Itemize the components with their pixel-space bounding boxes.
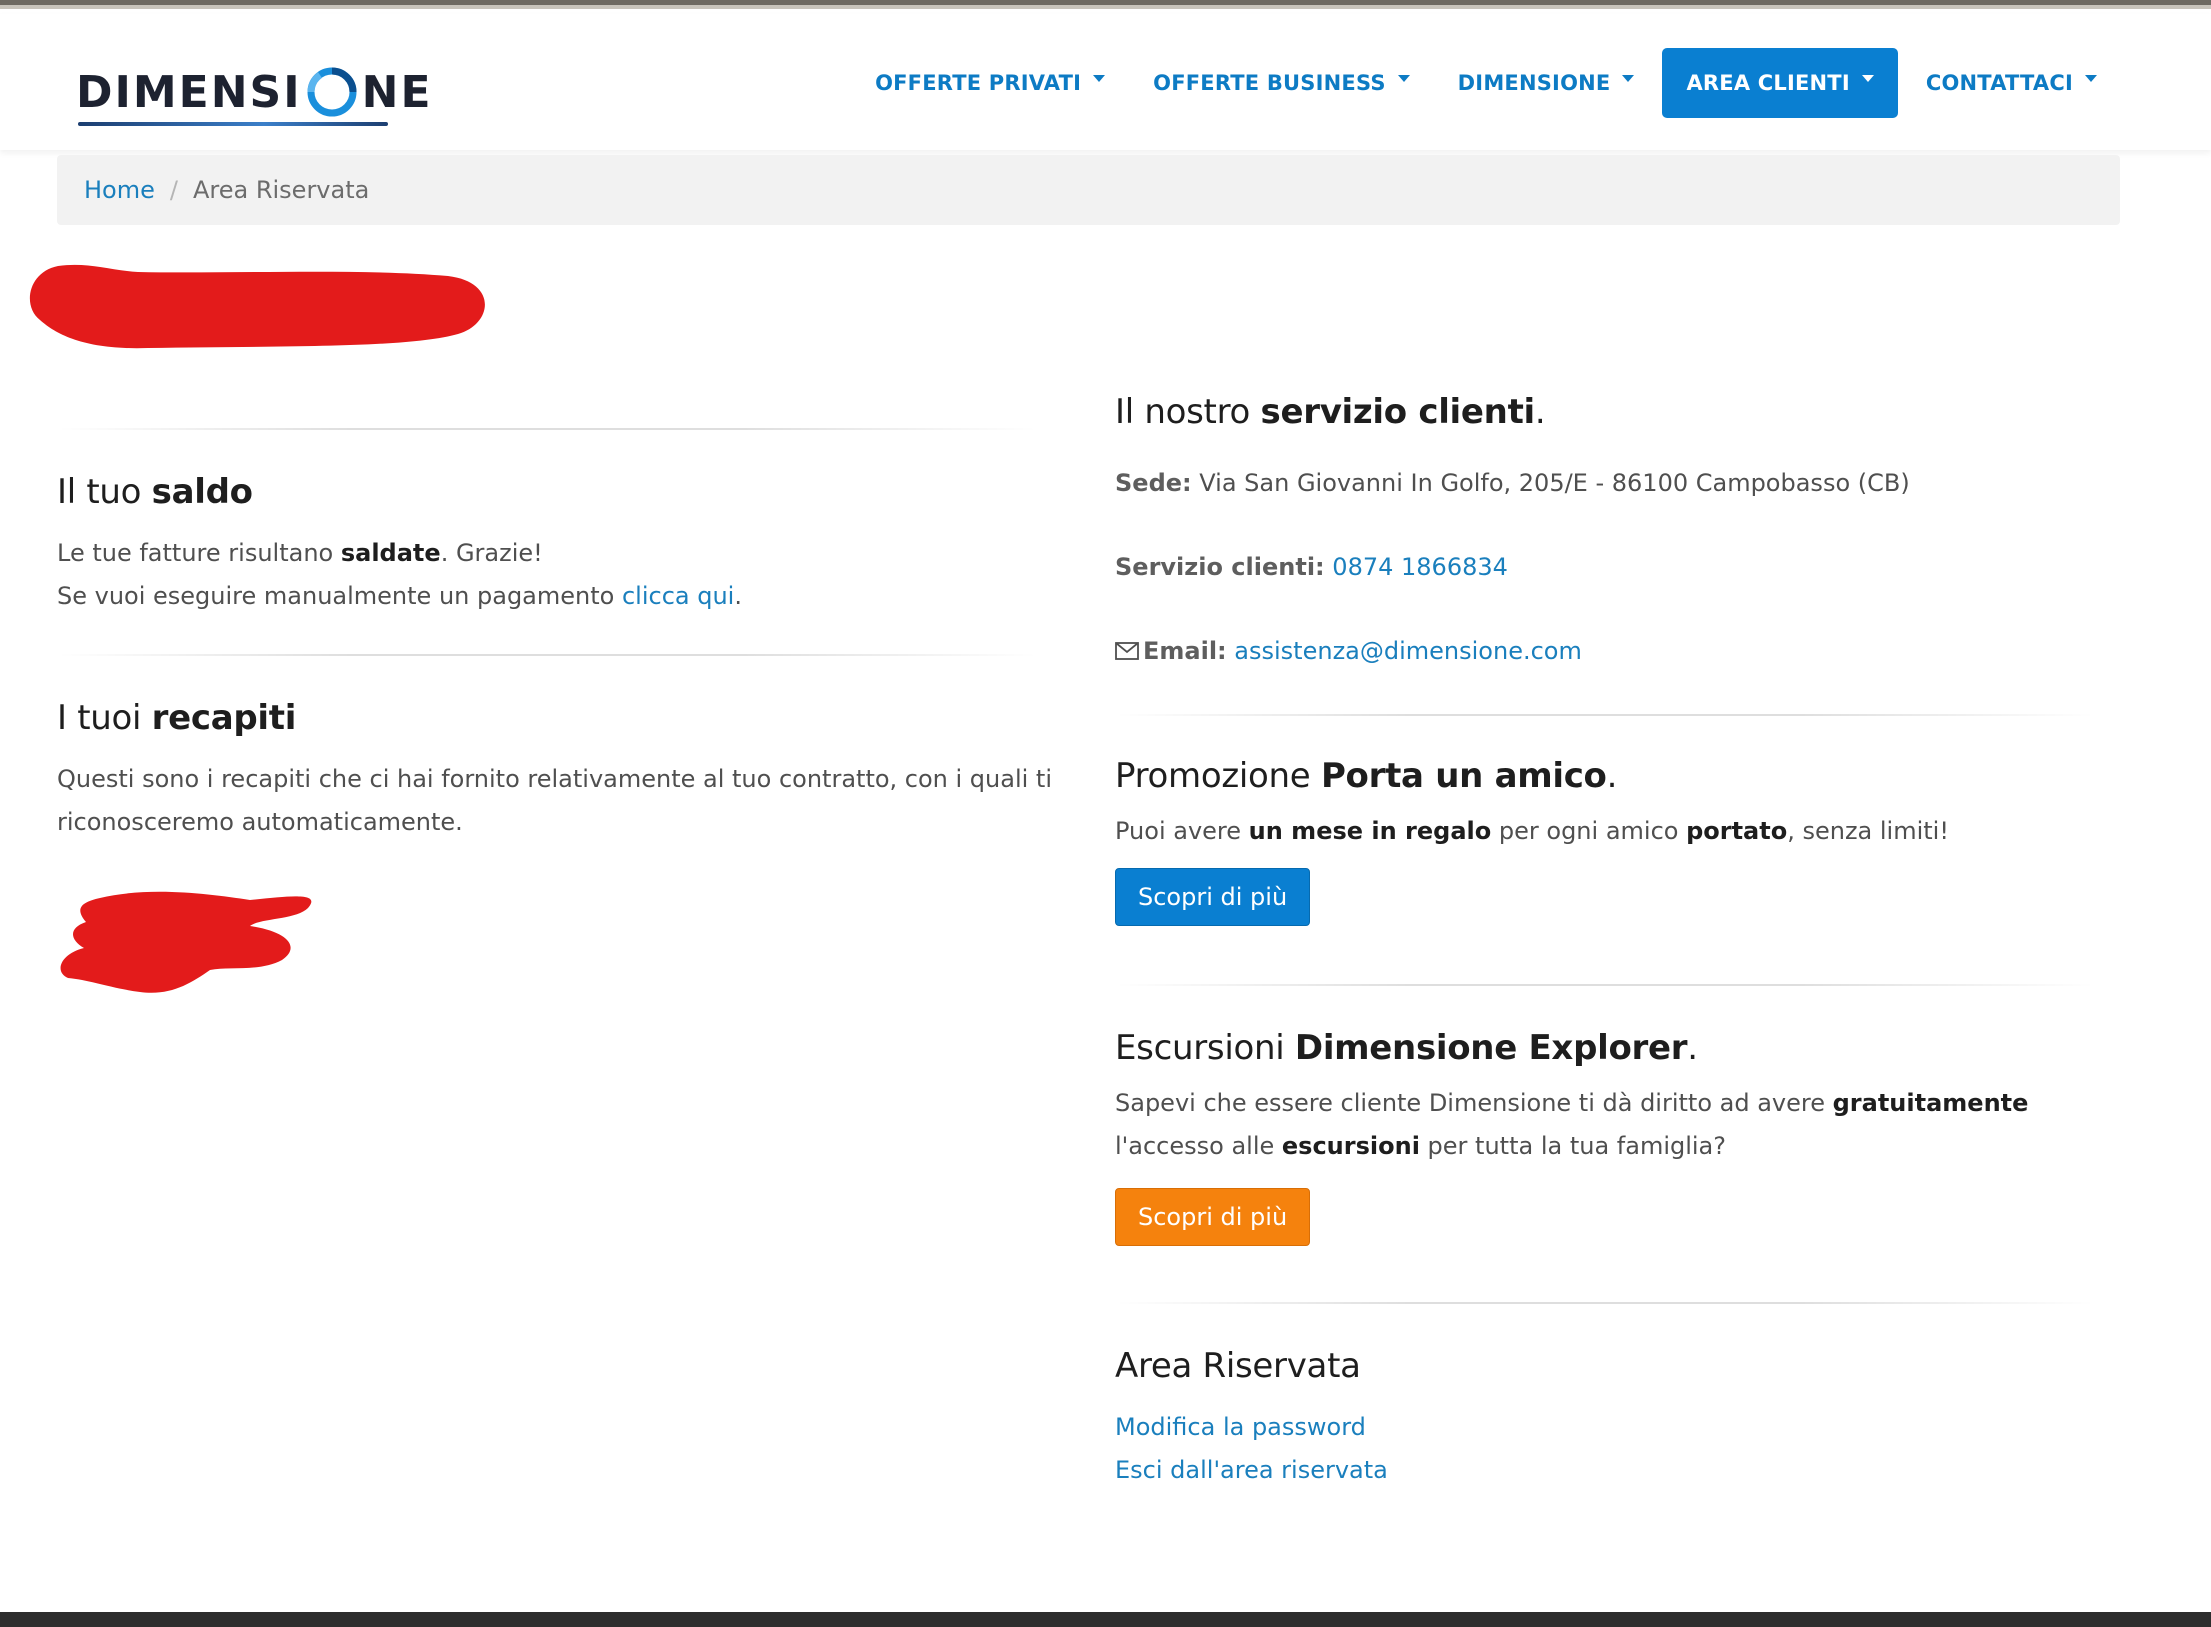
breadcrumb: Home / Area Riservata <box>57 155 2120 225</box>
caret-down-icon <box>2085 74 2097 82</box>
recapiti-text: Questi sono i recapiti che ci hai fornit… <box>57 765 1053 836</box>
caret-down-icon <box>1397 74 1410 82</box>
section-divider <box>1115 713 2095 716</box>
phone-line: Servizio clienti: 0874 1866834 <box>1115 553 1508 581</box>
caret-down-icon <box>1622 74 1635 82</box>
window-top-strip <box>0 0 2211 14</box>
pagamento-link[interactable]: clicca qui <box>622 582 734 610</box>
modifica-password-link[interactable]: Modifica la password <box>1115 1413 1366 1441</box>
servizio-title: Il nostro servizio clienti. <box>1115 392 1546 432</box>
right-column: Il nostro servizio clienti. Sede: Via Sa… <box>1115 380 2115 1492</box>
phone-link[interactable]: 0874 1866834 <box>1332 553 1508 581</box>
promo-scopri-button[interactable]: Scopri di più <box>1115 867 1311 926</box>
nav-offerte-business[interactable]: OFFERTE BUSINESS <box>1129 48 1434 118</box>
dimensione-logo[interactable]: DIMENSI NE <box>76 52 433 132</box>
section-divider <box>1115 983 2095 986</box>
logout-link[interactable]: Esci dall'area riservata <box>1115 1456 1388 1484</box>
nav-offerte-privati[interactable]: OFFERTE PRIVATI <box>851 48 1129 118</box>
saldo-title: Il tuo saldo <box>57 472 253 512</box>
envelope-icon <box>1115 631 1139 674</box>
nav-dimensione[interactable]: DIMENSIONE <box>1434 48 1659 118</box>
section-divider <box>1115 1301 2095 1304</box>
breadcrumb-current: Area Riservata <box>192 176 370 204</box>
caret-down-icon <box>1861 74 1874 82</box>
main-nav: OFFERTE PRIVATI OFFERTE BUSINESS DIMENSI… <box>851 48 2121 118</box>
sede-line: Sede: Via San Giovanni In Golfo, 205/E -… <box>1115 469 1910 497</box>
email-line: Email: assistenza@dimensione.com <box>1115 630 2115 674</box>
logo-underline <box>78 122 388 126</box>
breadcrumb-home-link[interactable]: Home <box>84 176 155 204</box>
recapiti-title: I tuoi recapiti <box>57 698 297 738</box>
promo-title: Promozione Porta un amico. <box>1115 755 1618 796</box>
nav-area-clienti[interactable]: AREA CLIENTI <box>1662 48 1898 118</box>
left-column: Il tuo saldo Le tue fatture risultano sa… <box>57 400 1067 844</box>
caret-down-icon <box>1093 74 1106 82</box>
escursioni-scopri-button[interactable]: Scopri di più <box>1115 1187 1311 1246</box>
section-divider <box>57 428 1037 430</box>
area-links: Modifica la password Esci dall'area rise… <box>1115 1406 2115 1492</box>
escursioni-text: Sapevi che essere cliente Dimensione ti … <box>1115 1088 2029 1160</box>
email-link[interactable]: assistenza@dimensione.com <box>1234 637 1582 665</box>
redaction-mark <box>60 891 312 993</box>
promo-text: Puoi avere un mese in regalo per ogni am… <box>1115 816 1949 845</box>
breadcrumb-separator: / <box>169 176 178 204</box>
section-divider <box>57 654 1037 656</box>
escursioni-title: Escursioni Dimensione Explorer. <box>1115 1027 1698 1068</box>
navbar: DIMENSI NE OFFERTE PRIVATI OFFERTE BUSIN… <box>0 14 2211 150</box>
redaction-mark <box>29 264 485 349</box>
saldo-text: Le tue fatture risultano saldate. Grazie… <box>57 539 742 610</box>
footer-bar <box>0 1612 2211 1627</box>
nav-contattaci[interactable]: CONTATTACI <box>1902 48 2121 118</box>
area-riservata-title: Area Riservata <box>1115 1345 1361 1386</box>
logo-swirl-icon <box>306 66 358 118</box>
